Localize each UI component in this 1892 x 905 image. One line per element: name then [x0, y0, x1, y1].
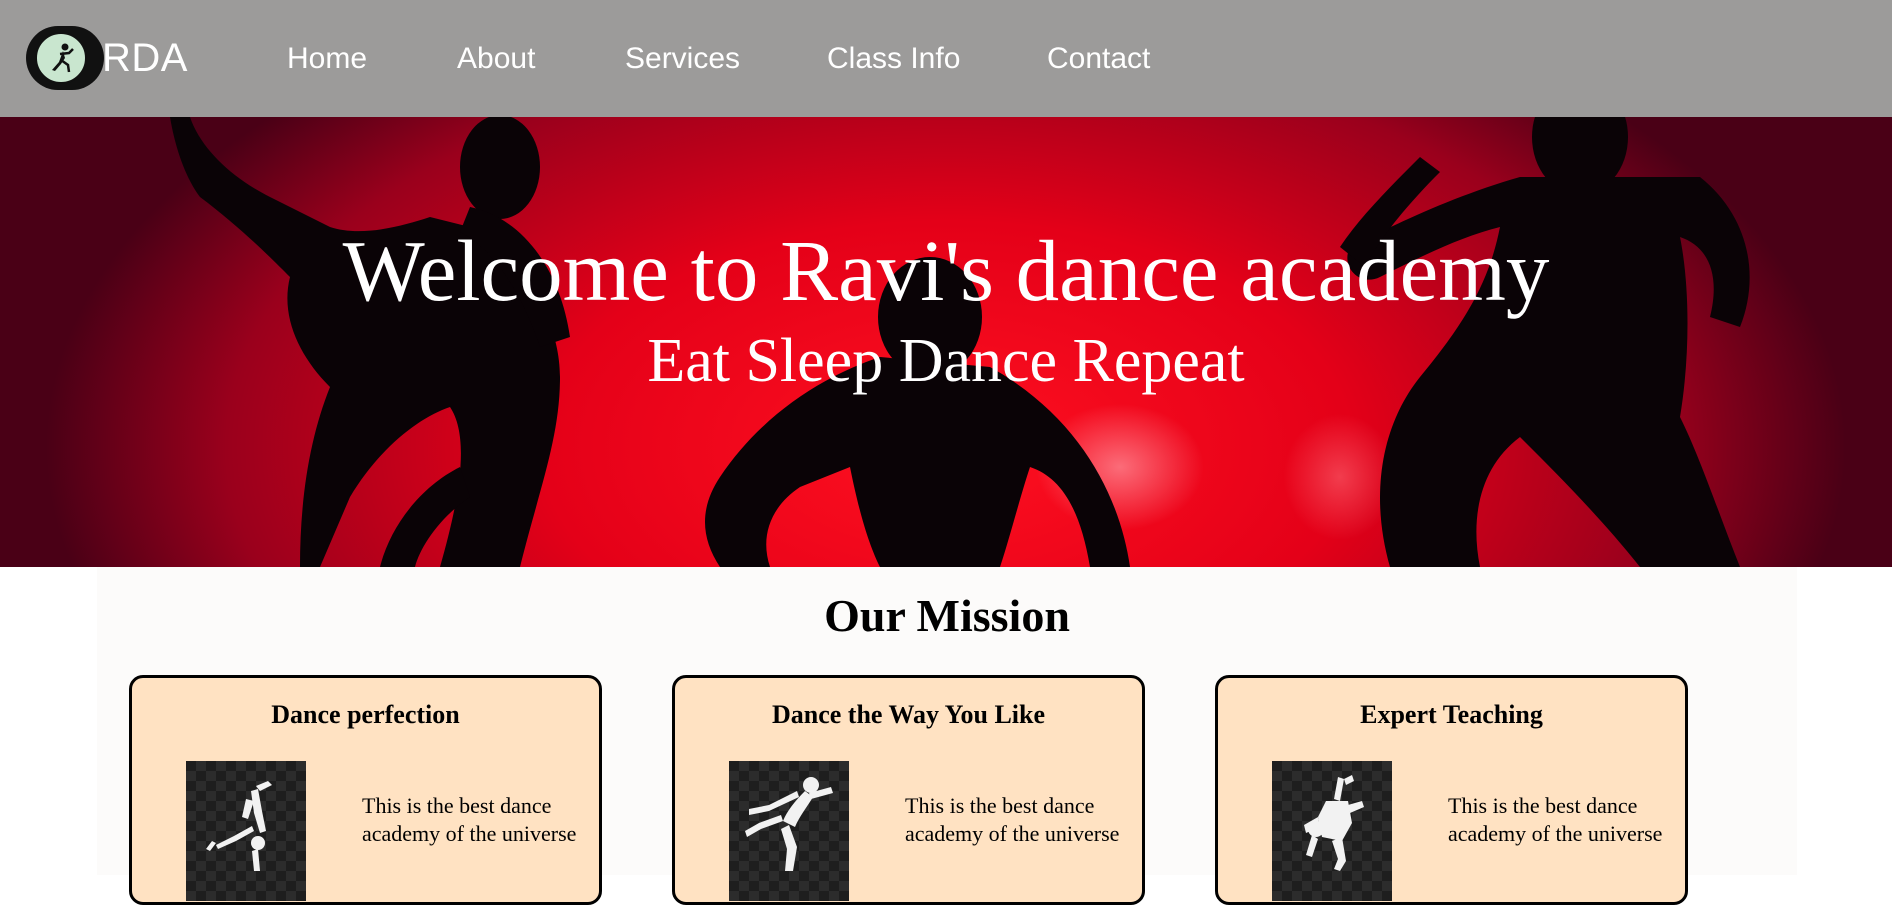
card-text: This is the best dance academy of the un… [1448, 793, 1663, 846]
card-text: This is the best dance academy of the un… [362, 793, 577, 846]
leaping-dancer-icon [729, 761, 849, 901]
card-title: Expert Teaching [1360, 700, 1543, 729]
mission-card: Dance the Way You Like This is the best … [672, 675, 1145, 905]
dancer-logo-icon [35, 32, 87, 84]
hero-subtitle: Eat Sleep Dance Repeat [647, 327, 1245, 395]
hero-title: Welcome to Ravi's dance academy [342, 222, 1550, 319]
card-title: Dance perfection [271, 700, 460, 729]
card-title: Dance the Way You Like [771, 700, 1046, 729]
freeze-pose-dancer-icon [1272, 761, 1392, 901]
nav-link-services[interactable]: Services [625, 42, 740, 76]
mission-card: Dance perfection This is the best dance … [129, 675, 602, 905]
nav-link-home[interactable]: Home [287, 42, 367, 76]
breakdancer-icon [186, 761, 306, 901]
nav-link-contact[interactable]: Contact [1047, 42, 1150, 76]
top-navbar: RDA Home About Services Class Info Conta… [0, 0, 1892, 117]
site-logo[interactable]: RDA [26, 26, 188, 90]
card-text: This is the best dance academy of the un… [905, 793, 1120, 846]
mission-section: Our Mission Dance perfection This is the… [97, 567, 1797, 905]
logo-badge [26, 26, 104, 90]
hero-banner: Welcome to Ravi's dance academy Eat Slee… [0, 117, 1892, 567]
nav-link-class-info[interactable]: Class Info [827, 42, 960, 76]
logo-text: RDA [102, 35, 188, 80]
mission-heading: Our Mission [824, 590, 1070, 641]
nav-link-about[interactable]: About [457, 42, 535, 76]
mission-card: Expert Teaching This is the best dance a… [1215, 675, 1688, 905]
